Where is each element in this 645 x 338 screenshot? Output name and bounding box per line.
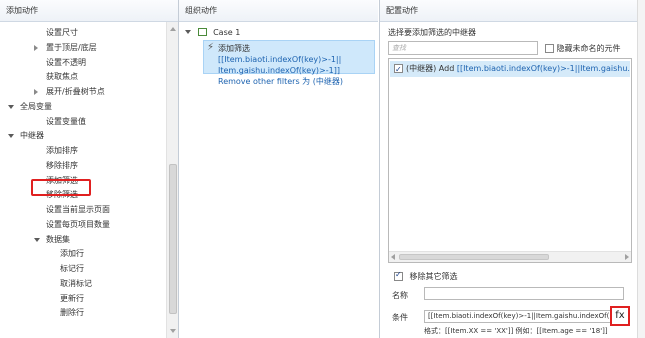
scroll-right-icon[interactable] — [625, 254, 629, 260]
tree-item-label: 设置不透明 — [46, 57, 86, 67]
case-row[interactable]: Case 1 — [185, 27, 240, 39]
tree-item[interactable]: 全局变量 — [0, 100, 160, 114]
expand-icon[interactable] — [8, 134, 14, 139]
left-scrollbar[interactable] — [166, 22, 178, 338]
tree-item[interactable]: 设置每页项目数量 — [0, 218, 160, 232]
horizontal-scrollbar[interactable] — [389, 251, 631, 262]
tree-item[interactable]: 数据集 — [0, 233, 160, 247]
action-expression: [[Item.biaoti.indexOf(key)>-1|| Item.gai… — [218, 55, 342, 75]
case-label: Case 1 — [213, 28, 241, 37]
tree-item[interactable]: 设置尺寸 — [0, 26, 160, 40]
configure-action-pane: 配置动作 选择要添加筛选的中继器 查找 隐藏未命名的元件 (中继器) Add [… — [380, 0, 637, 338]
collapse-icon[interactable] — [34, 89, 38, 95]
repeater-checkbox[interactable] — [394, 62, 403, 77]
tree-item[interactable]: 更新行 — [0, 292, 160, 306]
remove-other-filters-toggle[interactable]: 移除其它筛选 — [394, 270, 458, 282]
remove-other-filters-checkbox[interactable] — [394, 270, 403, 281]
hide-unnamed-toggle[interactable]: 隐藏未命名的元件 — [545, 43, 621, 54]
tree-item-label: 获取焦点 — [46, 72, 78, 82]
highlight-box-add-filter — [31, 179, 91, 196]
organize-actions-pane: 组织动作 Case 1 ⚡ 添加筛选 [[Item.biaoti.indexOf… — [179, 0, 378, 338]
expand-icon[interactable] — [185, 30, 191, 34]
scroll-up-icon[interactable] — [170, 27, 176, 31]
action-item[interactable]: ⚡ 添加筛选 [[Item.biaoti.indexOf(key)>-1|| I… — [203, 40, 375, 86]
format-hint: 格式：[[Item.XX == 'XX']] 例如：[[Item.age == … — [424, 327, 608, 335]
tree-item[interactable]: 删除行 — [0, 306, 160, 320]
remove-other-filters-label: 移除其它筛选 — [409, 272, 458, 281]
tree-item[interactable]: 添加行 — [0, 247, 160, 261]
horizontal-scroll-thumb[interactable] — [399, 254, 549, 260]
tree-item[interactable]: 展开/折叠树节点 — [0, 85, 160, 99]
hide-unnamed-checkbox[interactable] — [545, 44, 554, 53]
tree-item-label: 置于顶层/底层 — [46, 42, 97, 52]
configure-action-title: 配置动作 — [380, 0, 637, 22]
select-repeater-label: 选择要添加筛选的中继器 — [388, 28, 476, 37]
tree-item[interactable]: 设置不透明 — [0, 56, 160, 70]
tree-item-label: 展开/折叠树节点 — [46, 87, 105, 96]
add-action-title: 添加动作 — [0, 0, 178, 22]
expand-icon[interactable] — [34, 237, 40, 242]
name-field[interactable] — [424, 287, 624, 300]
scroll-left-icon[interactable] — [391, 254, 395, 260]
collapse-icon[interactable] — [34, 44, 38, 51]
tree-item[interactable]: 标记行 — [0, 262, 160, 276]
tree-item-label: 数据集 — [46, 234, 70, 244]
scroll-thumb[interactable] — [169, 164, 177, 314]
fx-button[interactable]: fx — [610, 306, 630, 326]
action-rest: Remove other filters 为 (中继器) — [218, 77, 343, 86]
tree-item-label: 中继器 — [20, 131, 44, 141]
tree-item-label: 添加行 — [60, 249, 84, 259]
repeater-list: (中继器) Add [[Item.biaoti.indexOf(key)>-1|… — [388, 58, 632, 263]
name-label: 名称 — [392, 291, 408, 300]
tree-item[interactable]: 获取焦点 — [0, 70, 160, 84]
tree-item-label: 全局变量 — [20, 101, 52, 111]
tree-item-label: 标记行 — [60, 264, 84, 273]
scroll-down-icon[interactable] — [170, 329, 176, 333]
search-input[interactable]: 查找 — [388, 41, 538, 55]
organize-actions-title: 组织动作 — [179, 0, 378, 22]
tree-item-label: 设置当前显示页面 — [46, 205, 110, 214]
tree-item-label: 设置变量值 — [46, 116, 86, 126]
add-action-pane: 添加动作 设置尺寸置于顶层/底层 设置不透明获取焦点展开/折叠树节点全局变量设置变… — [0, 0, 178, 338]
tree-item[interactable]: 移除排序 — [0, 159, 160, 173]
lightning-icon: ⚡ — [207, 42, 215, 53]
tree-item-label: 删除行 — [60, 308, 84, 318]
tree-item[interactable]: 设置当前显示页面 — [0, 203, 160, 217]
condition-field[interactable]: [[Item.biaoti.indexOf(key)>-1||Item.gais… — [424, 310, 614, 323]
tree-item[interactable]: 设置变量值 — [0, 115, 160, 129]
tree-item-label: 更新行 — [60, 293, 84, 303]
tree-item[interactable]: 中继器 — [0, 129, 160, 143]
tree-item-label: 设置尺寸 — [46, 28, 78, 37]
hide-unnamed-label: 隐藏未命名的元件 — [556, 44, 621, 53]
tree-item[interactable]: 置于顶层/底层 — [0, 41, 160, 55]
tree-item-label: 添加排序 — [46, 146, 78, 155]
list-item-prefix: (中继器) Add — [406, 64, 457, 73]
action-prefix: 添加筛选 — [218, 44, 250, 53]
tree-item[interactable]: 添加排序 — [0, 144, 160, 158]
expand-icon[interactable] — [8, 104, 14, 109]
tree-item-label: 设置每页项目数量 — [46, 219, 110, 229]
condition-label: 条件 — [392, 313, 408, 322]
tree-item-label: 取消标记 — [60, 278, 92, 288]
window-scrollbar[interactable] — [637, 0, 645, 338]
tree-item[interactable]: 取消标记 — [0, 277, 160, 291]
tree-item-label: 移除排序 — [46, 160, 78, 170]
case-icon — [197, 28, 207, 36]
list-item-expression: [[Item.biaoti.indexOf(key)>-1||Item.gais… — [456, 64, 630, 73]
list-item[interactable]: (中继器) Add [[Item.biaoti.indexOf(key)>-1|… — [390, 61, 630, 77]
